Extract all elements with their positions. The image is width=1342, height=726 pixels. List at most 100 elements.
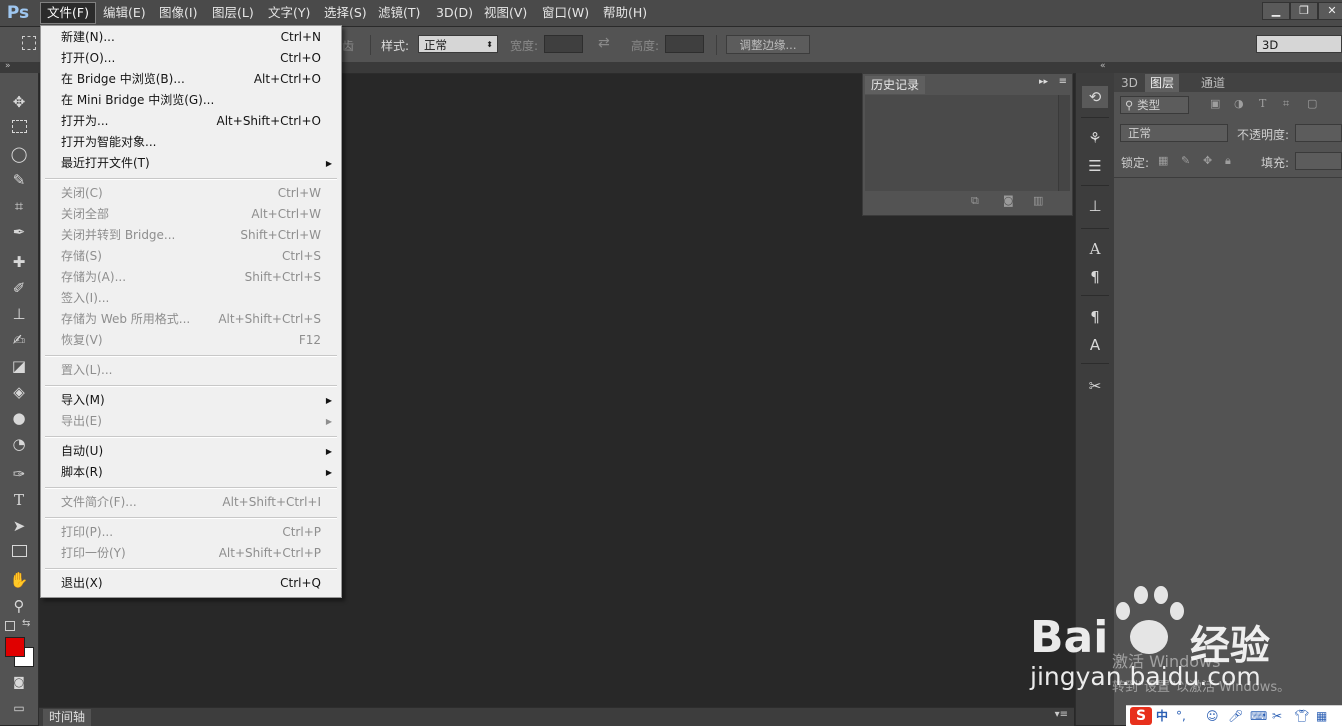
microphone-icon[interactable]: 🎤︎ xyxy=(1228,708,1243,724)
width-input[interactable] xyxy=(544,35,583,53)
menu-file[interactable]: 文件(F) xyxy=(40,2,96,24)
file-menu-item[interactable]: 在 Mini Bridge 中浏览(G)... xyxy=(61,90,321,111)
blend-mode-select[interactable]: 正常 xyxy=(1120,124,1228,142)
file-menu-item[interactable]: 文件简介(F)... Alt+Shift+Ctrl+I xyxy=(61,492,321,513)
zoom-tool-icon[interactable]: ⚲ xyxy=(6,595,32,617)
menu-edit[interactable]: 编辑(E) xyxy=(97,3,152,23)
pen-tool-icon[interactable]: ✑ xyxy=(6,463,32,485)
foreground-color-swatch[interactable] xyxy=(5,637,25,657)
file-menu-item[interactable]: 签入(I)... xyxy=(61,288,321,309)
dodge-tool-icon[interactable]: ◔ xyxy=(6,433,32,455)
history-panel-icon[interactable]: ⟲ xyxy=(1082,86,1108,108)
type-tool-icon[interactable]: T xyxy=(6,489,32,511)
emoji-icon[interactable]: ☺ xyxy=(1206,708,1219,724)
rectangular-marquee-tool-icon[interactable] xyxy=(6,117,32,139)
workspace-select[interactable]: 3D xyxy=(1256,35,1342,53)
layer-filter-select[interactable]: ⚲ 类型 xyxy=(1120,96,1189,114)
default-colors-icon[interactable] xyxy=(5,621,15,631)
paragraph-panel-icon[interactable]: ¶ xyxy=(1082,266,1108,288)
file-menu-item[interactable]: 脚本(R) ▶ xyxy=(61,462,332,483)
smart-object-filter-icon[interactable]: ▢ xyxy=(1307,97,1317,110)
style-select[interactable]: 正常 ⬍ xyxy=(418,35,498,53)
character-panel-icon[interactable]: A xyxy=(1082,238,1108,260)
file-menu-item[interactable]: 打开为... Alt+Shift+Ctrl+O xyxy=(61,111,321,132)
new-document-from-state-icon[interactable]: ⧉ xyxy=(971,194,979,208)
height-input[interactable] xyxy=(665,35,704,53)
eyedropper-tool-icon[interactable]: ✒ xyxy=(6,221,32,243)
file-menu-item[interactable]: 恢复(V) F12 xyxy=(61,330,321,351)
hand-tool-icon[interactable]: ✋ xyxy=(6,569,32,591)
file-menu-item[interactable]: 关闭并转到 Bridge... Shift+Ctrl+W xyxy=(61,225,321,246)
quick-selection-tool-icon[interactable]: ✎ xyxy=(6,169,32,191)
fill-input[interactable] xyxy=(1295,152,1342,170)
file-menu-item[interactable]: 导入(M) ▶ xyxy=(61,390,332,411)
file-menu-item[interactable]: 导出(E) ▶ xyxy=(61,411,332,432)
pixel-layer-filter-icon[interactable]: ▣ xyxy=(1210,97,1220,110)
restore-button[interactable]: ❐ xyxy=(1290,2,1318,20)
swap-icon[interactable]: ⇄ xyxy=(598,35,610,51)
file-menu-item[interactable]: 最近打开文件(T) ▶ xyxy=(61,153,332,174)
brush-presets-icon[interactable]: ⚘ xyxy=(1082,127,1108,149)
tab-channels[interactable]: 通道 xyxy=(1196,74,1230,92)
brush-tool-icon[interactable]: ✐ xyxy=(6,277,32,299)
paragraph-styles-icon[interactable]: ¶ xyxy=(1082,306,1108,328)
opacity-input[interactable] xyxy=(1295,124,1342,142)
close-button[interactable]: ✕ xyxy=(1318,2,1342,20)
collapse-left-icon[interactable]: » xyxy=(5,61,11,71)
lock-position-icon[interactable]: ✥ xyxy=(1203,154,1212,167)
file-menu-item[interactable]: 打印一份(Y) Alt+Shift+Ctrl+P xyxy=(61,543,321,564)
keyboard-icon[interactable]: ⌨ xyxy=(1250,708,1267,724)
file-menu-item[interactable]: 关闭全部 Alt+Ctrl+W xyxy=(61,204,321,225)
clone-source-icon[interactable]: ⊥ xyxy=(1082,195,1108,217)
file-menu-item[interactable]: 打开(O)... Ctrl+O xyxy=(61,48,321,69)
menu-type[interactable]: 文字(Y) xyxy=(262,3,316,23)
menu-help[interactable]: 帮助(H) xyxy=(597,3,653,23)
move-tool-icon[interactable]: ✥ xyxy=(6,91,32,113)
file-menu-item[interactable]: 自动(U) ▶ xyxy=(61,441,332,462)
skin-icon[interactable]: ✂ xyxy=(1272,708,1282,724)
timeline-tab[interactable]: 时间轴 xyxy=(43,709,92,726)
file-menu-item[interactable]: 置入(L)... xyxy=(61,360,321,381)
paint-bucket-tool-icon[interactable]: ◈ xyxy=(6,381,32,403)
healing-brush-tool-icon[interactable]: ✚ xyxy=(6,251,32,273)
character-styles-icon[interactable]: A xyxy=(1082,334,1108,356)
file-menu-item[interactable]: 打印(P)... Ctrl+P xyxy=(61,522,321,543)
type-layer-filter-icon[interactable]: T xyxy=(1259,97,1266,110)
path-selection-tool-icon[interactable]: ➤ xyxy=(6,515,32,537)
menu-3d[interactable]: 3D(D) xyxy=(430,3,479,23)
panel-menu-icon[interactable]: ≡ xyxy=(1059,76,1067,87)
trash-icon[interactable]: ▥ xyxy=(1033,194,1043,207)
lock-all-icon[interactable]: 🔒︎ xyxy=(1225,154,1231,168)
punctuation-mode-label[interactable]: °, xyxy=(1176,708,1186,724)
camera-icon[interactable]: ◙ xyxy=(1003,194,1014,207)
history-brush-tool-icon[interactable]: ✍ xyxy=(6,329,32,351)
ime-mode-label[interactable]: 中 xyxy=(1156,708,1168,724)
shirt-icon[interactable]: 👕︎ xyxy=(1294,708,1309,724)
menu-select[interactable]: 选择(S) xyxy=(318,3,373,23)
refine-edge-button[interactable]: 调整边缘... xyxy=(726,35,810,54)
grid-menu-icon[interactable]: ▦ xyxy=(1316,708,1327,724)
menu-window[interactable]: 窗口(W) xyxy=(536,3,595,23)
collapse-right-icon[interactable]: « xyxy=(1100,61,1106,71)
file-menu-item[interactable]: 存储为(A)... Shift+Ctrl+S xyxy=(61,267,321,288)
file-menu-item[interactable]: 在 Bridge 中浏览(B)... Alt+Ctrl+O xyxy=(61,69,321,90)
file-menu-item[interactable]: 退出(X) Ctrl+Q xyxy=(61,573,321,594)
swap-colors-icon[interactable]: ⇆ xyxy=(22,618,30,629)
tab-layers[interactable]: 图层 xyxy=(1145,74,1180,92)
marquee-preset-icon[interactable] xyxy=(22,36,36,50)
shape-layer-filter-icon[interactable]: ⌗ xyxy=(1283,97,1289,111)
panel-menu-icon[interactable]: ▾≡ xyxy=(1055,709,1068,720)
tab-3d[interactable]: 3D xyxy=(1116,74,1143,92)
menu-filter[interactable]: 滤镜(T) xyxy=(372,3,426,23)
eraser-tool-icon[interactable]: ◪ xyxy=(6,355,32,377)
lasso-tool-icon[interactable]: ◯ xyxy=(6,143,32,165)
file-menu-item[interactable]: 关闭(C) Ctrl+W xyxy=(61,183,321,204)
menu-image[interactable]: 图像(I) xyxy=(153,3,203,23)
file-menu-item[interactable]: 存储(S) Ctrl+S xyxy=(61,246,321,267)
clone-stamp-tool-icon[interactable]: ⊥ xyxy=(6,303,32,325)
crop-tool-icon[interactable]: ⌗ xyxy=(6,195,32,217)
quick-mask-icon[interactable]: ◙ xyxy=(6,671,32,693)
menu-layer[interactable]: 图层(L) xyxy=(206,3,260,23)
history-scrollbar[interactable] xyxy=(1058,95,1070,191)
screen-mode-icon[interactable]: ▭ xyxy=(6,697,32,719)
